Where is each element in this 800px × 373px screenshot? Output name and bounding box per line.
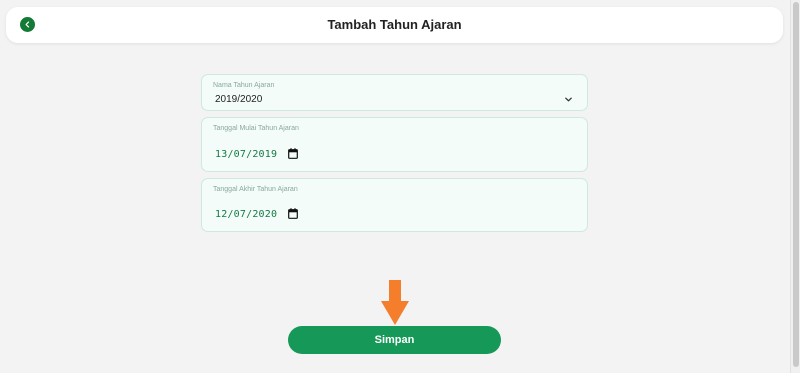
chevron-down-icon[interactable] xyxy=(564,95,573,104)
start-date-label: Tanggal Mulai Tahun Ajaran xyxy=(213,125,299,132)
top-bar: Tambah Tahun Ajaran xyxy=(6,7,783,43)
scrollbar[interactable] xyxy=(790,0,800,373)
start-date-input[interactable]: 13/07/2019 xyxy=(215,149,277,160)
end-date-label: Tanggal Akhir Tahun Ajaran xyxy=(213,186,298,193)
end-date-input[interactable]: 12/07/2020 xyxy=(215,209,277,220)
calendar-icon[interactable] xyxy=(288,208,298,219)
scrollbar-thumb[interactable] xyxy=(793,2,799,367)
page-title: Tambah Tahun Ajaran xyxy=(327,17,462,32)
start-date-field[interactable]: Tanggal Mulai Tahun Ajaran 13/07/2019 xyxy=(201,117,588,172)
end-date-field[interactable]: Tanggal Akhir Tahun Ajaran 12/07/2020 xyxy=(201,178,588,232)
arrow-down-icon xyxy=(381,280,409,325)
academic-year-value: 2019/2020 xyxy=(215,94,263,105)
academic-year-select[interactable]: Nama Tahun Ajaran 2019/2020 xyxy=(201,74,588,111)
save-button[interactable]: Simpan xyxy=(288,326,501,354)
calendar-icon[interactable] xyxy=(288,148,298,159)
academic-year-label: Nama Tahun Ajaran xyxy=(213,82,275,89)
